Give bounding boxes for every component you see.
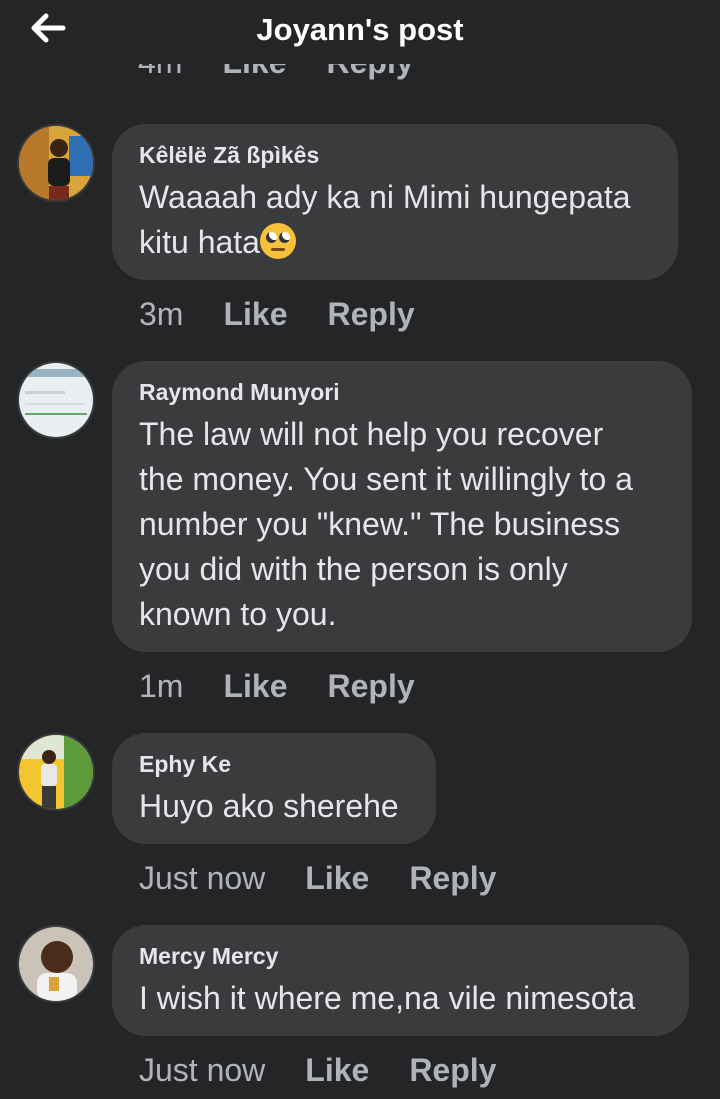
commenter-name[interactable]: Kêlëlë Zã ßpìkês [139,142,652,169]
comment-bubble: Mercy Mercy I wish it where me,na vile n… [112,925,689,1036]
face-with-rolling-eyes-icon [259,223,296,259]
avatar[interactable] [17,124,95,202]
comment-bubble: Kêlëlë Zã ßpìkês Waaaah ady ka ni Mimi h… [112,124,678,280]
comment-line: the money. You sent it willingly to a [139,461,633,497]
comment-time: 1m [139,667,184,704]
like-button[interactable]: Like [305,860,369,897]
comment-line: Waaaah ady ka ni Mimi hungepata [139,179,631,215]
comment-bubble: Ephy Ke Huyo ako sherehe [112,733,436,844]
like-button[interactable]: Like [223,668,287,705]
like-button[interactable]: Like [305,1052,369,1089]
comment-text: I wish it where me,na vile nimesota [139,976,663,1021]
comment-line: number you "knew." The business [139,506,621,542]
page-title: Joyann's post [256,12,464,47]
commenter-name[interactable]: Raymond Munyori [139,379,666,406]
avatar[interactable] [17,733,95,811]
comment-actions: 3m Like Reply [139,292,415,336]
comment-line: kitu hata [139,224,260,260]
avatar[interactable] [17,925,95,1003]
commenter-name[interactable]: Mercy Mercy [139,943,663,970]
comment-time: Just now [139,1051,266,1088]
comment-line: Huyo ako sherehe [139,788,399,824]
comment-actions: Just now Like Reply [139,1048,496,1092]
comment-line: you did with the person is only [139,551,568,587]
commenter-name[interactable]: Ephy Ke [139,751,410,778]
comment-text: Waaaah ady ka ni Mimi hungepata kitu hat… [139,175,652,265]
comment-text: The law will not help you recover the mo… [139,412,666,637]
comment-line: known to you. [139,596,337,632]
comment-bubble: Raymond Munyori The law will not help yo… [112,361,692,652]
avatar[interactable] [17,361,95,439]
comment-actions: 1m Like Reply [139,664,415,708]
top-bar: Joyann's post [0,0,720,64]
reply-button[interactable]: Reply [409,860,496,897]
like-button[interactable]: Like [223,296,287,333]
comment-time: Just now [139,859,266,896]
comment-line: I wish it where me,na vile nimesota [139,980,636,1016]
reply-button[interactable]: Reply [409,1052,496,1089]
comment-actions: Just now Like Reply [139,856,496,900]
comment-time: 3m [139,295,184,332]
reply-button[interactable]: Reply [327,668,414,705]
reply-button[interactable]: Reply [327,296,414,333]
comment-text: Huyo ako sherehe [139,784,410,829]
comment-line: The law will not help you recover [139,416,604,452]
previous-comment-actions: 4m Like Reply [138,60,414,94]
